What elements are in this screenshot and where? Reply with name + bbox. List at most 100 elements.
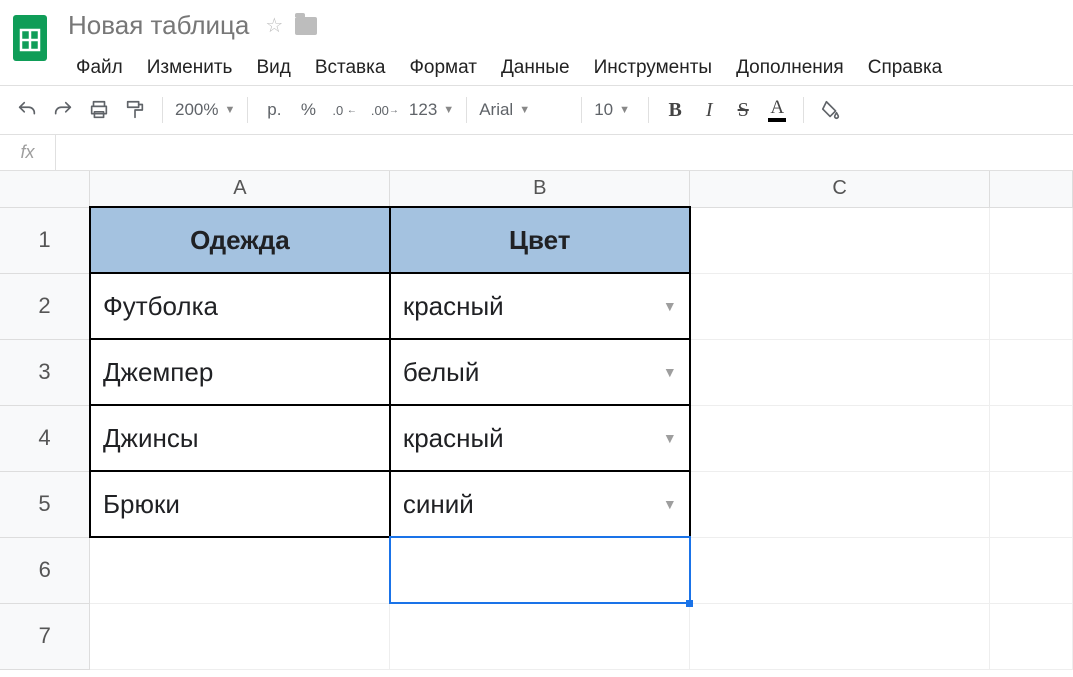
cell-A3[interactable]: Джемпер <box>90 339 390 405</box>
sheets-logo <box>10 12 50 64</box>
cell-D4[interactable] <box>989 405 1072 471</box>
doc-bar: Новая таблица ☆ Файл Изменить Вид Вставк… <box>0 0 1073 85</box>
cell-B5-value: синий <box>403 489 474 520</box>
undo-button[interactable] <box>12 95 42 125</box>
row-header-7[interactable]: 7 <box>0 603 90 669</box>
text-color-button[interactable]: A <box>763 95 791 125</box>
cell-C5[interactable] <box>690 471 990 537</box>
text-color-letter: A <box>770 98 784 117</box>
cell-B2-value: красный <box>403 291 504 322</box>
cell-A4[interactable]: Джинсы <box>90 405 390 471</box>
col-header-C[interactable]: C <box>690 171 990 207</box>
cell-A1[interactable]: Одежда <box>90 207 390 273</box>
redo-button[interactable] <box>48 95 78 125</box>
row-header-6[interactable]: 6 <box>0 537 90 603</box>
cell-B7[interactable] <box>390 603 690 669</box>
menu-edit[interactable]: Изменить <box>135 51 245 85</box>
separator <box>247 97 248 123</box>
cell-B3-value: белый <box>403 357 480 388</box>
bold-button[interactable]: B <box>661 95 689 125</box>
cell-D6[interactable] <box>989 537 1072 603</box>
chevron-down-icon: ▼ <box>619 104 630 116</box>
toolbar: 200% ▼ р. % .0 ← .00→ 123 ▼ Arial ▼ 10 ▼… <box>0 85 1073 135</box>
numfmt-label: 123 <box>409 100 437 120</box>
cell-B4[interactable]: красный▼ <box>390 405 690 471</box>
row-header-2[interactable]: 2 <box>0 273 90 339</box>
zoom-value: 200% <box>175 100 218 120</box>
chevron-down-icon: ▼ <box>443 104 454 116</box>
menu-data[interactable]: Данные <box>489 51 582 85</box>
cell-C1[interactable] <box>690 207 990 273</box>
cell-D7[interactable] <box>989 603 1072 669</box>
separator <box>803 97 804 123</box>
chevron-down-icon: ▼ <box>519 104 530 116</box>
separator <box>466 97 467 123</box>
format-currency-button[interactable]: р. <box>260 95 288 125</box>
col-header-D[interactable] <box>989 171 1072 207</box>
row-header-3[interactable]: 3 <box>0 339 90 405</box>
menu-file[interactable]: Файл <box>64 51 135 85</box>
cell-D5[interactable] <box>989 471 1072 537</box>
cell-C3[interactable] <box>690 339 990 405</box>
menu-help[interactable]: Справка <box>856 51 955 85</box>
dropdown-icon[interactable]: ▼ <box>663 430 677 446</box>
cell-C4[interactable] <box>690 405 990 471</box>
doc-title[interactable]: Новая таблица <box>64 8 253 43</box>
italic-button[interactable]: I <box>695 95 723 125</box>
fill-color-button[interactable] <box>816 95 846 125</box>
paint-format-button[interactable] <box>120 95 150 125</box>
font-select[interactable]: Arial ▼ <box>479 100 569 120</box>
cell-A2[interactable]: Футболка <box>90 273 390 339</box>
cell-B6-selected[interactable] <box>390 537 690 603</box>
print-button[interactable] <box>84 95 114 125</box>
increase-decimal-button[interactable]: .00→ <box>367 95 403 125</box>
menu-format[interactable]: Формат <box>397 51 489 85</box>
dropdown-icon[interactable]: ▼ <box>663 298 677 314</box>
formula-bar: fx <box>0 135 1073 171</box>
row-header-5[interactable]: 5 <box>0 471 90 537</box>
select-all-corner[interactable] <box>0 171 90 207</box>
dropdown-icon[interactable]: ▼ <box>663 364 677 380</box>
separator <box>581 97 582 123</box>
folder-icon[interactable] <box>295 17 317 35</box>
cell-A7[interactable] <box>90 603 390 669</box>
fx-label: fx <box>0 135 56 170</box>
cell-B3[interactable]: белый ▼ <box>390 339 690 405</box>
cell-A5[interactable]: Брюки <box>90 471 390 537</box>
cell-D3[interactable] <box>989 339 1072 405</box>
dropdown-icon[interactable]: ▼ <box>663 496 677 512</box>
font-name: Arial <box>479 100 513 120</box>
cell-D2[interactable] <box>989 273 1072 339</box>
menu-insert[interactable]: Вставка <box>303 51 398 85</box>
cell-B2[interactable]: красный ▼ <box>390 273 690 339</box>
formula-input[interactable] <box>56 135 1073 170</box>
menu-view[interactable]: Вид <box>244 51 302 85</box>
cell-D1[interactable] <box>989 207 1072 273</box>
cell-C6[interactable] <box>690 537 990 603</box>
text-color-swatch <box>768 118 786 122</box>
cell-B5[interactable]: синий ▼ <box>390 471 690 537</box>
col-header-B[interactable]: B <box>390 171 690 207</box>
menu-bar: Файл Изменить Вид Вставка Формат Данные … <box>64 51 954 85</box>
decrease-decimal-button[interactable]: .0 ← <box>328 95 360 125</box>
chevron-down-icon: ▼ <box>224 104 235 116</box>
zoom-select[interactable]: 200% ▼ <box>175 100 235 120</box>
strike-button[interactable]: S <box>729 95 757 125</box>
spreadsheet-grid[interactable]: A B C 1 Одежда Цвет 2 Футболка красный▼ … <box>0 171 1073 670</box>
format-percent-button[interactable]: % <box>294 95 322 125</box>
separator <box>648 97 649 123</box>
col-header-A[interactable]: A <box>90 171 390 207</box>
cell-A6[interactable] <box>90 537 390 603</box>
menu-addons[interactable]: Дополнения <box>724 51 856 85</box>
menu-tools[interactable]: Инструменты <box>582 51 724 85</box>
cell-B1[interactable]: Цвет <box>390 207 690 273</box>
star-icon[interactable]: ☆ <box>265 13 283 38</box>
separator <box>162 97 163 123</box>
cell-C2[interactable] <box>690 273 990 339</box>
font-size-select[interactable]: 10 ▼ <box>594 100 636 120</box>
cell-C7[interactable] <box>690 603 990 669</box>
font-size: 10 <box>594 100 613 120</box>
row-header-1[interactable]: 1 <box>0 207 90 273</box>
row-header-4[interactable]: 4 <box>0 405 90 471</box>
number-format-select[interactable]: 123 ▼ <box>409 100 454 120</box>
